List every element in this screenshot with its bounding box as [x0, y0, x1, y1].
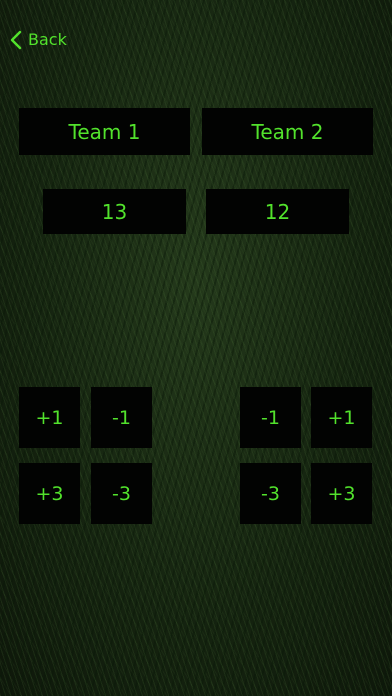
back-label: Back: [28, 30, 67, 49]
back-button[interactable]: Back: [10, 28, 67, 52]
team2-name-label: Team 2: [202, 108, 373, 155]
team1-name-label: Team 1: [19, 108, 190, 155]
team1-plus3-button[interactable]: +3: [19, 463, 80, 524]
team2-score-display: 12: [206, 189, 349, 234]
team2-plus1-button[interactable]: +1: [311, 387, 372, 448]
team1-minus1-button[interactable]: -1: [91, 387, 152, 448]
team1-score-display: 13: [43, 189, 186, 234]
team2-plus3-button[interactable]: +3: [311, 463, 372, 524]
chevron-left-icon: [10, 30, 22, 50]
team2-minus3-button[interactable]: -3: [240, 463, 301, 524]
team1-minus3-button[interactable]: -3: [91, 463, 152, 524]
team1-plus1-button[interactable]: +1: [19, 387, 80, 448]
team2-minus1-button[interactable]: -1: [240, 387, 301, 448]
